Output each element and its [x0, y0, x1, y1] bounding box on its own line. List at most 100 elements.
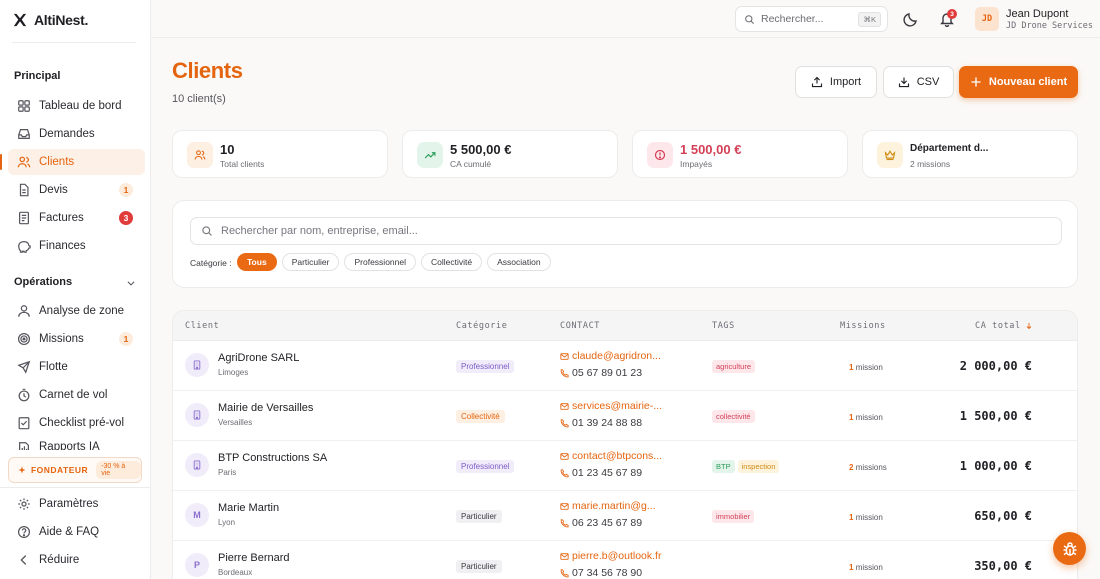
- chip-collectivite[interactable]: Collectivité: [421, 253, 483, 271]
- client-phone[interactable]: 06 23 45 67 89: [560, 517, 642, 529]
- timer-icon: [17, 388, 31, 402]
- client-tags: agriculture: [712, 360, 756, 373]
- dashboard-icon: [17, 99, 31, 113]
- chip-particulier[interactable]: Particulier: [281, 253, 340, 271]
- table-row[interactable]: BTP Constructions SA Paris Professionnel co…: [173, 441, 1077, 491]
- users-icon: [17, 155, 31, 169]
- sidebar-item-carnet-de-vol[interactable]: Carnet de vol: [8, 382, 145, 408]
- client-phone[interactable]: 01 39 24 88 88: [560, 417, 642, 429]
- search-icon: [744, 14, 755, 25]
- bug-icon: [1062, 541, 1078, 557]
- sidebar-item-missions[interactable]: Missions 1: [8, 326, 145, 352]
- client-phone[interactable]: 07 34 56 78 90: [560, 567, 642, 579]
- divider: [12, 42, 136, 43]
- new-client-button[interactable]: Nouveau client: [959, 66, 1078, 98]
- import-button-label: Import: [829, 76, 862, 88]
- client-email[interactable]: pierre.b@outlook.fr: [560, 550, 661, 562]
- founder-label: FONDATEUR: [30, 465, 89, 475]
- client-name[interactable]: Mairie de Versailles: [218, 402, 313, 414]
- client-email[interactable]: marie.martin@g...: [560, 500, 656, 512]
- chip-professionnel[interactable]: Professionnel: [344, 253, 416, 271]
- client-tags: BTP inspection: [712, 460, 780, 473]
- client-phone-text: 01 39 24 88 88: [572, 417, 643, 429]
- client-email-text: pierre.b@outlook.fr: [572, 550, 662, 562]
- client-search-placeholder: Rechercher par nom, entreprise, email...: [221, 225, 418, 237]
- stat-value: 1 500,00 €: [680, 142, 742, 157]
- avatar[interactable]: JD: [975, 7, 999, 31]
- chevron-down-icon[interactable]: [126, 278, 136, 288]
- founder-banner[interactable]: FONDATEUR -30 % à vie: [8, 457, 142, 483]
- chip-tous[interactable]: Tous: [237, 253, 277, 271]
- chip-association[interactable]: Association: [487, 253, 551, 271]
- piggy-bank-icon: [17, 239, 31, 253]
- client-email[interactable]: services@mairie-...: [560, 400, 662, 412]
- sidebar-item-aide[interactable]: Aide & FAQ: [8, 519, 145, 545]
- collapse-sidebar-button[interactable]: Réduire: [8, 547, 145, 573]
- table-row[interactable]: Mairie de Versailles Versailles Collectivi…: [173, 391, 1077, 441]
- sidebar-item-label: Devis: [39, 184, 68, 196]
- client-phone-text: 06 23 45 67 89: [572, 517, 643, 529]
- target-icon: [17, 332, 31, 346]
- client-avatar: [185, 403, 209, 427]
- table-row[interactable]: AgriDrone SARL Limoges Professionnel claude…: [173, 341, 1077, 391]
- client-name[interactable]: BTP Constructions SA: [218, 452, 327, 464]
- sidebar-item-checklist[interactable]: Checklist pré-vol: [8, 410, 145, 436]
- sidebar-item-label: Rapports IA: [39, 441, 100, 450]
- client-email-text: marie.martin@g...: [572, 500, 656, 512]
- users-icon: [194, 149, 206, 161]
- category-badge: Particulier: [456, 510, 502, 523]
- mission-word: mission: [855, 513, 883, 522]
- client-email[interactable]: claude@agridron...: [560, 350, 661, 362]
- client-phone[interactable]: 01 23 45 67 89: [560, 467, 642, 479]
- section-title-operations[interactable]: Opérations: [14, 276, 72, 288]
- mail-icon: [560, 352, 569, 361]
- report-icon: [17, 441, 31, 450]
- tag: inspection: [737, 460, 780, 473]
- client-ca-total: 650,00 €: [974, 509, 1032, 523]
- column-header-ca-total[interactable]: CA total: [975, 321, 1033, 331]
- moon-icon[interactable]: [903, 11, 919, 27]
- column-header-missions[interactable]: Missions: [840, 321, 886, 331]
- nav-bottom: Paramètres Aide & FAQ Réduire: [8, 491, 145, 575]
- sidebar-item-tableau-de-bord[interactable]: Tableau de bord: [8, 93, 145, 119]
- sidebar-item-label: Missions: [39, 333, 84, 345]
- founder-discount: -30 % à vie: [96, 461, 141, 479]
- global-search[interactable]: Rechercher... ⌘K: [735, 6, 888, 32]
- report-bug-button[interactable]: [1053, 532, 1086, 565]
- mail-icon: [560, 502, 569, 511]
- sidebar-item-analyse-de-zone[interactable]: Analyse de zone: [8, 298, 145, 324]
- client-name[interactable]: AgriDrone SARL: [218, 352, 299, 364]
- sidebar-item-factures[interactable]: Factures 3: [8, 205, 145, 231]
- sidebar-item-label: Réduire: [39, 554, 80, 566]
- client-count: 10 client(s): [172, 93, 226, 105]
- client-name[interactable]: Pierre Bernard: [218, 552, 290, 564]
- table-row[interactable]: M Marie Martin Lyon Particulier marie.martin…: [173, 491, 1077, 541]
- sidebar-item-devis[interactable]: Devis 1: [8, 177, 145, 203]
- sidebar-item-rapports-ia[interactable]: Rapports IA: [8, 438, 145, 450]
- sidebar-item-flotte[interactable]: Flotte: [8, 354, 145, 380]
- table-row[interactable]: P Pierre Bernard Bordeaux Particulier pierre…: [173, 541, 1077, 579]
- sidebar-item-label: Clients: [39, 156, 75, 168]
- sidebar-item-clients[interactable]: Clients: [0, 149, 145, 175]
- column-header-client[interactable]: Client: [185, 321, 219, 331]
- client-phone[interactable]: 05 67 89 01 23: [560, 367, 642, 379]
- count-badge: 1: [119, 183, 133, 197]
- sidebar-item-finances[interactable]: Finances: [8, 233, 145, 259]
- count-badge: 1: [119, 332, 133, 346]
- client-name[interactable]: Marie Martin: [218, 502, 279, 514]
- sidebar-item-parametres[interactable]: Paramètres: [8, 491, 145, 517]
- client-email-text: services@mairie-...: [572, 400, 663, 412]
- client-ca-total: 350,00 €: [974, 559, 1032, 573]
- client-phone-text: 07 34 56 78 90: [572, 567, 643, 579]
- csv-export-button[interactable]: CSV: [883, 66, 954, 98]
- section-title-principal: Principal: [14, 70, 61, 82]
- trend-up-icon: [424, 149, 436, 161]
- column-header-category[interactable]: Catégorie: [456, 321, 507, 331]
- client-search-input[interactable]: Rechercher par nom, entreprise, email...: [190, 217, 1062, 245]
- import-button[interactable]: Import: [795, 66, 877, 98]
- mission-count: 1 mission: [849, 563, 883, 572]
- sidebar-item-demandes[interactable]: Demandes: [8, 121, 145, 147]
- client-email[interactable]: contact@btpcons...: [560, 450, 662, 462]
- app-logo[interactable]: AltiNest.: [13, 12, 88, 28]
- user-name[interactable]: Jean Dupont: [1006, 8, 1068, 20]
